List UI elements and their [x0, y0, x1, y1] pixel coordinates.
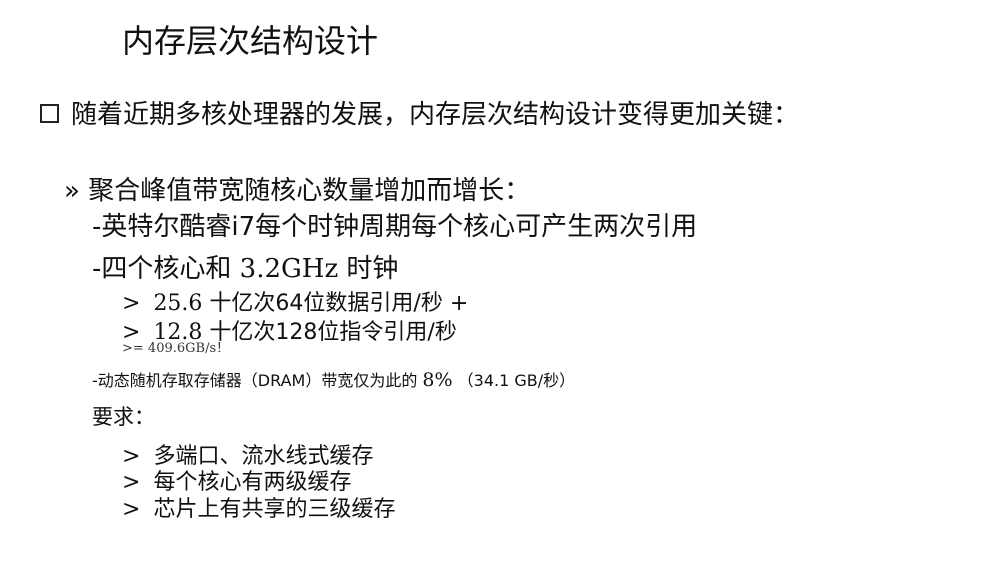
chevron-right-double-icon: »: [64, 176, 80, 206]
total-bandwidth: >= 409.6GB/s！: [122, 341, 230, 356]
dram-text: -动态随机存取存储器（DRAM）带宽仅为此的: [92, 371, 418, 390]
requirements-label: 要求：: [92, 405, 155, 429]
gt-symbol: >: [122, 291, 141, 316]
cores-prefix: -四个核心和: [92, 254, 232, 284]
slide: 内存层次结构设计 随着近期多核处理器的发展，内存层次结构设计变得更加关键： » …: [0, 0, 1006, 567]
sub-heading-text: 聚合峰值带宽随核心数量增加而增长：: [88, 176, 531, 206]
main-bullet: 随着近期多核处理器的发展，内存层次结构设计变得更加关键：: [40, 94, 799, 131]
sub-heading: » 聚合峰值带宽随核心数量增加而增长：: [64, 170, 530, 207]
dram-line: -动态随机存取存储器（DRAM）带宽仅为此的 8% （34.1 GB/秒）: [92, 367, 575, 391]
requirement-text: 芯片上有共享的三级缓存: [153, 497, 396, 522]
cores-frequency: 3.2GHz: [239, 254, 339, 284]
data-ref-text: 十亿次64位数据引用/秒 +: [209, 291, 469, 316]
intel-line: -英特尔酷睿i7每个时钟周期每个核心可产生两次引用: [92, 212, 698, 242]
slide-title: 内存层次结构设计: [122, 22, 379, 60]
dram-bandwidth: （34.1 GB/秒）: [457, 371, 576, 390]
data-ref-number: 25.6: [153, 291, 203, 316]
dram-percent: 8%: [422, 369, 453, 391]
requirement-item: > 芯片上有共享的三级缓存: [122, 491, 395, 523]
data-ref-line: > 25.6 十亿次64位数据引用/秒 +: [122, 285, 468, 317]
gt-symbol: >: [122, 497, 141, 522]
checkbox-bullet-icon: [40, 104, 59, 123]
cores-line: -四个核心和 3.2GHz 时钟: [92, 248, 398, 285]
main-bullet-text: 随着近期多核处理器的发展，内存层次结构设计变得更加关键：: [71, 100, 800, 130]
cores-suffix: 时钟: [346, 254, 399, 284]
instr-ref-text: 十亿次128位指令引用/秒: [209, 320, 457, 345]
